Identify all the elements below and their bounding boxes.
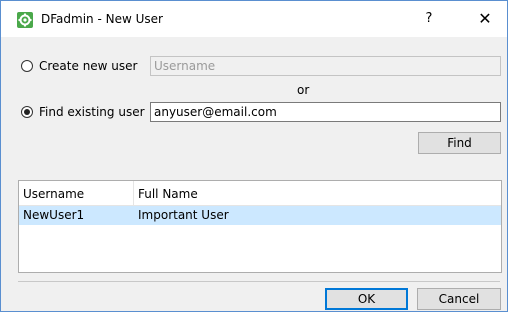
footer-divider (18, 281, 500, 282)
create-new-user-radio[interactable] (21, 60, 33, 72)
column-header-label: Full Name (138, 187, 198, 201)
or-label: or (297, 83, 310, 97)
help-button[interactable]: ? (421, 10, 437, 28)
find-user-input[interactable] (150, 102, 501, 122)
table-header: ^ Username Full Name (19, 181, 501, 206)
cancel-button[interactable]: Cancel (417, 288, 501, 310)
find-existing-user-label[interactable]: Find existing user (39, 104, 145, 120)
ok-button[interactable]: OK (325, 288, 408, 310)
close-icon[interactable]: ✕ (475, 9, 495, 29)
dialog-window: DFadmin - New User ? ✕ Create new user o… (0, 0, 508, 312)
results-table[interactable]: ^ Username Full Name NewUser1 Important … (18, 180, 502, 273)
gear-icon (17, 12, 33, 28)
title-bar[interactable]: DFadmin - New User ? ✕ (1, 1, 507, 37)
cell-full-name: Important User (138, 208, 229, 222)
column-header-full-name[interactable]: Full Name (134, 181, 501, 205)
username-input[interactable] (150, 56, 501, 76)
column-header-username[interactable]: ^ Username (19, 181, 134, 205)
cell-username: NewUser1 (23, 208, 85, 222)
column-header-label: Username (23, 187, 85, 201)
find-existing-user-radio[interactable] (21, 106, 33, 118)
table-row[interactable]: NewUser1 Important User (19, 206, 501, 225)
sort-ascending-icon: ^ (67, 180, 75, 186)
create-new-user-label[interactable]: Create new user (39, 58, 137, 74)
find-button[interactable]: Find (418, 132, 501, 154)
window-title: DFadmin - New User (41, 12, 163, 26)
